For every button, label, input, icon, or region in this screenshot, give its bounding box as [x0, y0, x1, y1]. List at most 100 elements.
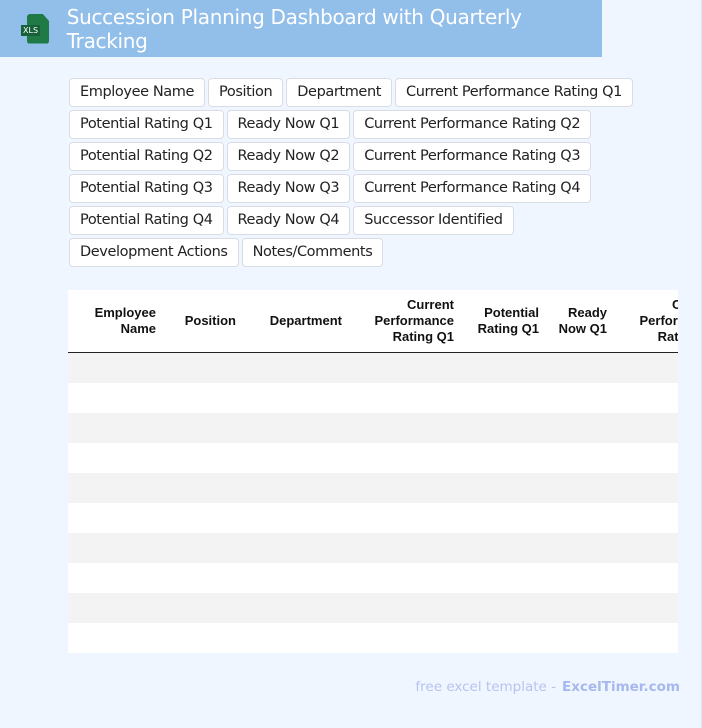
table-cell[interactable] [242, 413, 348, 443]
table-cell[interactable] [613, 443, 678, 473]
column-header[interactable]: Current Performance Rating Q1 [348, 290, 460, 353]
table-cell[interactable] [545, 593, 613, 623]
table-cell[interactable] [460, 383, 545, 413]
table-cell[interactable] [348, 503, 460, 533]
table-cell[interactable] [68, 563, 162, 593]
table-cell[interactable] [613, 503, 678, 533]
table-cell[interactable] [348, 413, 460, 443]
table-cell[interactable] [68, 383, 162, 413]
table-cell[interactable] [348, 443, 460, 473]
table-cell[interactable] [162, 593, 242, 623]
table-cell[interactable] [545, 563, 613, 593]
table-cell[interactable] [545, 413, 613, 443]
table-cell[interactable] [460, 623, 545, 653]
table-cell[interactable] [545, 533, 613, 563]
footer-brand-link[interactable]: ExcelTimer.com [562, 679, 680, 695]
table-cell[interactable] [242, 563, 348, 593]
table-cell[interactable] [613, 352, 678, 383]
table-cell[interactable] [348, 473, 460, 503]
column-header[interactable]: Position [162, 290, 242, 353]
table-cell[interactable] [162, 503, 242, 533]
excel-file-icon: XLS [21, 13, 49, 44]
table-cell[interactable] [68, 593, 162, 623]
table-cell[interactable] [613, 383, 678, 413]
table-cell[interactable] [545, 443, 613, 473]
column-chip[interactable]: Development Actions [69, 238, 239, 267]
table-cell[interactable] [460, 563, 545, 593]
column-chip[interactable]: Current Performance Rating Q4 [353, 174, 592, 203]
table-cell[interactable] [242, 503, 348, 533]
column-chip[interactable]: Potential Rating Q1 [69, 110, 224, 139]
table-cell[interactable] [162, 473, 242, 503]
table-cell[interactable] [348, 352, 460, 383]
table-cell[interactable] [68, 413, 162, 443]
table-cell[interactable] [613, 563, 678, 593]
column-header[interactable]: Department [242, 290, 348, 353]
table-cell[interactable] [348, 383, 460, 413]
table-cell[interactable] [348, 563, 460, 593]
table-cell[interactable] [545, 473, 613, 503]
table-row [68, 473, 678, 503]
table-cell[interactable] [162, 533, 242, 563]
table-cell[interactable] [242, 473, 348, 503]
table-cell[interactable] [460, 443, 545, 473]
table-cell[interactable] [162, 383, 242, 413]
table-cell[interactable] [242, 623, 348, 653]
table-cell[interactable] [348, 533, 460, 563]
table-cell[interactable] [68, 623, 162, 653]
column-chip[interactable]: Current Performance Rating Q3 [353, 142, 592, 171]
table-cell[interactable] [613, 473, 678, 503]
table-cell[interactable] [545, 352, 613, 383]
column-chip[interactable]: Ready Now Q3 [226, 174, 351, 203]
table-cell[interactable] [68, 533, 162, 563]
column-chip[interactable]: Employee Name [69, 78, 206, 107]
column-chip[interactable]: Ready Now Q1 [226, 110, 351, 139]
column-chip[interactable]: Current Performance Rating Q1 [395, 78, 633, 107]
table-cell[interactable] [348, 623, 460, 653]
table-cell[interactable] [242, 443, 348, 473]
column-header[interactable]: Potential Rating Q1 [460, 290, 545, 353]
table-row [68, 593, 678, 623]
column-header[interactable]: Current Performance Rating Q2 [613, 290, 678, 353]
table-cell[interactable] [348, 593, 460, 623]
table-cell[interactable] [242, 352, 348, 383]
table-cell[interactable] [68, 352, 162, 383]
column-chip[interactable]: Ready Now Q4 [226, 206, 351, 235]
table-cell[interactable] [613, 533, 678, 563]
table-cell[interactable] [68, 503, 162, 533]
column-chip[interactable]: Notes/Comments [241, 238, 384, 267]
table-cell[interactable] [162, 413, 242, 443]
table-cell[interactable] [460, 533, 545, 563]
table-cell[interactable] [162, 352, 242, 383]
table-cell[interactable] [242, 593, 348, 623]
table-cell[interactable] [460, 593, 545, 623]
data-table[interactable]: Employee Name Position Department Current P… [68, 290, 678, 653]
table-cell[interactable] [460, 413, 545, 443]
table-cell[interactable] [545, 383, 613, 413]
column-header[interactable]: Ready Now Q1 [545, 290, 613, 353]
table-cell[interactable] [613, 593, 678, 623]
table-cell[interactable] [162, 623, 242, 653]
column-chip[interactable]: Successor Identified [353, 206, 514, 235]
table-cell[interactable] [460, 352, 545, 383]
column-chip[interactable]: Position [208, 78, 284, 107]
column-chip[interactable]: Current Performance Rating Q2 [353, 110, 592, 139]
column-header[interactable]: Employee Name [68, 290, 162, 353]
table-cell[interactable] [242, 533, 348, 563]
table-cell[interactable] [242, 383, 348, 413]
table-cell[interactable] [68, 473, 162, 503]
column-chip[interactable]: Department [286, 78, 393, 107]
table-cell[interactable] [68, 443, 162, 473]
column-chip[interactable]: Potential Rating Q2 [69, 142, 224, 171]
table-cell[interactable] [460, 503, 545, 533]
table-cell[interactable] [460, 473, 545, 503]
table-cell[interactable] [162, 563, 242, 593]
column-chip[interactable]: Potential Rating Q3 [69, 174, 224, 203]
table-cell[interactable] [545, 503, 613, 533]
table-cell[interactable] [545, 623, 613, 653]
table-cell[interactable] [613, 623, 678, 653]
column-chip[interactable]: Potential Rating Q4 [69, 206, 224, 235]
table-cell[interactable] [162, 443, 242, 473]
table-cell[interactable] [613, 413, 678, 443]
column-chip[interactable]: Ready Now Q2 [226, 142, 351, 171]
